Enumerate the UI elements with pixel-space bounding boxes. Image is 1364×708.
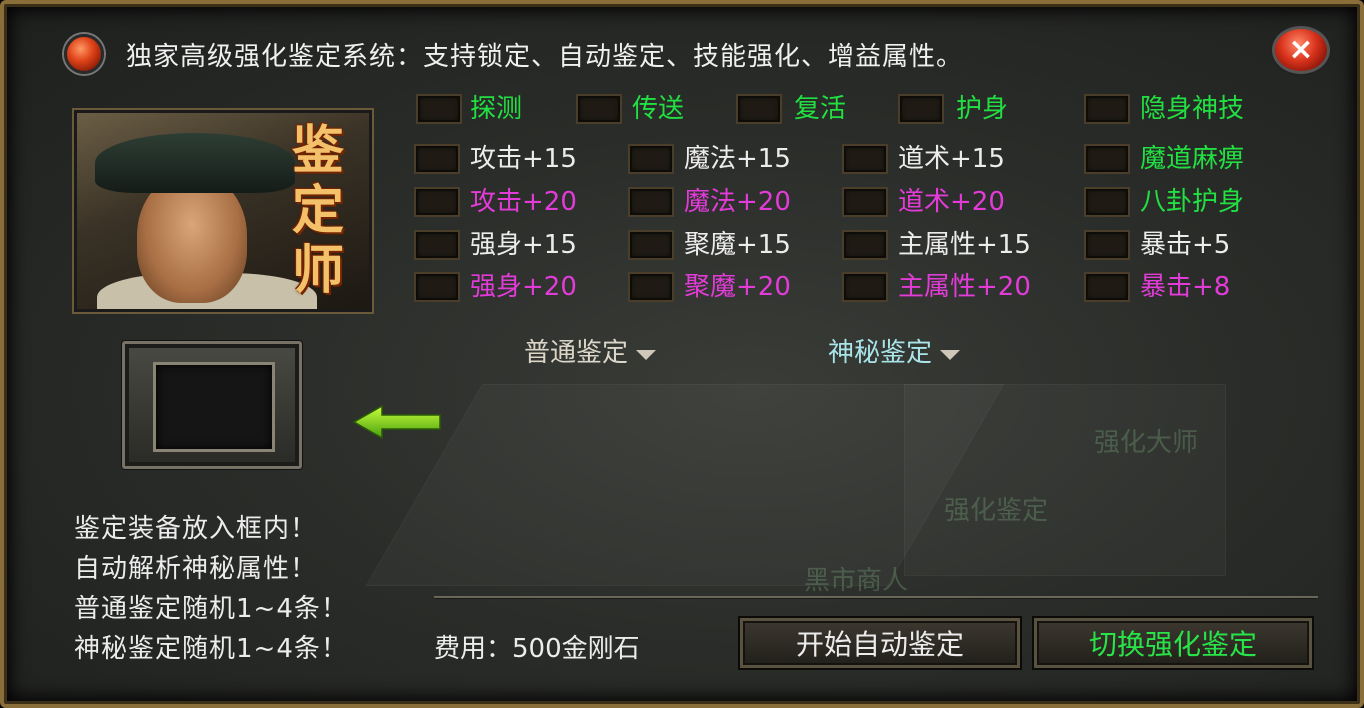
checkbox-attr[interactable] bbox=[842, 187, 888, 217]
skill-label: 复活 bbox=[794, 94, 847, 124]
checkbox-skill[interactable] bbox=[416, 94, 462, 124]
title-row: 独家高级强化鉴定系统：支持锁定、自动鉴定、技能强化、增益属性。 bbox=[64, 32, 963, 76]
portrait-title-char: 师 bbox=[291, 241, 344, 301]
red-gem-icon bbox=[64, 34, 104, 74]
panel-title: 独家高级强化鉴定系统：支持锁定、自动鉴定、技能强化、增益属性。 bbox=[126, 41, 964, 72]
attr-label: 主属性+20 bbox=[898, 272, 1031, 302]
chevron-down-icon bbox=[940, 350, 961, 360]
checkbox-skill[interactable] bbox=[736, 94, 782, 124]
checkbox-attr[interactable] bbox=[414, 187, 460, 217]
close-button[interactable]: × bbox=[1272, 26, 1330, 74]
checkbox-attr[interactable] bbox=[628, 230, 674, 260]
normal-identify-label: 普通鉴定 bbox=[524, 338, 629, 368]
attr-label: 攻击+15 bbox=[470, 144, 577, 174]
portrait-hat bbox=[95, 133, 295, 193]
checkbox-attr[interactable] bbox=[414, 230, 460, 260]
mystic-identify-dropdown[interactable]: 神秘鉴定 bbox=[828, 338, 961, 368]
checkbox-attr[interactable] bbox=[628, 144, 674, 174]
attr-label: 强身+15 bbox=[470, 230, 577, 260]
cost-label: 费用：500金刚石 bbox=[434, 634, 640, 664]
attr-label: 魔法+20 bbox=[684, 187, 791, 217]
divider bbox=[434, 596, 1318, 598]
bg-building bbox=[904, 384, 1226, 576]
checkbox-attr[interactable] bbox=[842, 144, 888, 174]
checkbox-skill[interactable] bbox=[1084, 94, 1130, 124]
bg-npc-label-3: 黑市商人 bbox=[804, 566, 909, 596]
checkbox-attr[interactable] bbox=[1084, 144, 1130, 174]
attr-label: 魔道麻痹 bbox=[1140, 144, 1245, 174]
checkbox-attr[interactable] bbox=[414, 144, 460, 174]
instruction-line: 普通鉴定随机1~4条！ bbox=[74, 594, 348, 624]
skill-label: 隐身神技 bbox=[1140, 94, 1245, 124]
start-auto-identify-button[interactable]: 开始自动鉴定 bbox=[740, 618, 1020, 668]
normal-identify-dropdown[interactable]: 普通鉴定 bbox=[524, 338, 657, 368]
attr-label: 道术+15 bbox=[898, 144, 1005, 174]
attr-label: 攻击+20 bbox=[470, 187, 577, 217]
skill-label: 探测 bbox=[470, 94, 523, 124]
chevron-down-icon bbox=[636, 350, 657, 360]
attr-label: 聚魔+15 bbox=[684, 230, 791, 260]
checkbox-attr[interactable] bbox=[628, 272, 674, 302]
identifier-portrait: 鉴 定 师 bbox=[74, 110, 372, 312]
equipment-slot-inner bbox=[153, 362, 275, 452]
checkbox-attr[interactable] bbox=[628, 187, 674, 217]
attr-label: 暴击+5 bbox=[1140, 230, 1231, 260]
equipment-slot[interactable] bbox=[122, 341, 302, 469]
attr-label: 八卦护身 bbox=[1140, 187, 1245, 217]
checkbox-skill[interactable] bbox=[576, 94, 622, 124]
attr-label: 道术+20 bbox=[898, 187, 1005, 217]
checkbox-attr[interactable] bbox=[1084, 187, 1130, 217]
mystic-identify-label: 神秘鉴定 bbox=[828, 338, 933, 368]
checkbox-attr[interactable] bbox=[414, 272, 460, 302]
bg-npc-label-2: 强化鉴定 bbox=[944, 496, 1049, 526]
instruction-line: 鉴定装备放入框内！ bbox=[74, 514, 318, 544]
attr-label: 暴击+8 bbox=[1140, 272, 1231, 302]
portrait-title: 鉴 定 师 bbox=[275, 121, 361, 301]
skill-label: 传送 bbox=[632, 94, 685, 124]
identify-panel: 强化大师 强化鉴定 黑市商人 独家高级强化鉴定系统：支持锁定、自动鉴定、技能强化… bbox=[0, 0, 1364, 708]
instruction-line: 神秘鉴定随机1~4条！ bbox=[74, 634, 348, 664]
instruction-line: 自动解析神秘属性！ bbox=[74, 554, 318, 584]
checkbox-attr[interactable] bbox=[842, 230, 888, 260]
switch-strengthen-identify-button[interactable]: 切换强化鉴定 bbox=[1034, 618, 1312, 668]
checkbox-attr[interactable] bbox=[1084, 272, 1130, 302]
portrait-title-char: 鉴 bbox=[291, 121, 344, 181]
instructions: 鉴定装备放入框内！ 自动解析神秘属性！ 普通鉴定随机1~4条！ 神秘鉴定随机1~… bbox=[74, 509, 348, 669]
checkbox-attr[interactable] bbox=[1084, 230, 1130, 260]
attr-label: 强身+20 bbox=[470, 272, 577, 302]
portrait-title-char: 定 bbox=[291, 181, 344, 241]
bg-npc-label-1: 强化大师 bbox=[1094, 428, 1199, 458]
checkbox-skill[interactable] bbox=[898, 94, 944, 124]
left-arrow-icon bbox=[352, 404, 441, 440]
checkbox-attr[interactable] bbox=[842, 272, 888, 302]
attr-label: 魔法+15 bbox=[684, 144, 791, 174]
close-icon: × bbox=[1288, 32, 1314, 67]
attr-label: 聚魔+20 bbox=[684, 272, 791, 302]
skill-label: 护身 bbox=[956, 94, 1009, 124]
attr-label: 主属性+15 bbox=[898, 230, 1031, 260]
